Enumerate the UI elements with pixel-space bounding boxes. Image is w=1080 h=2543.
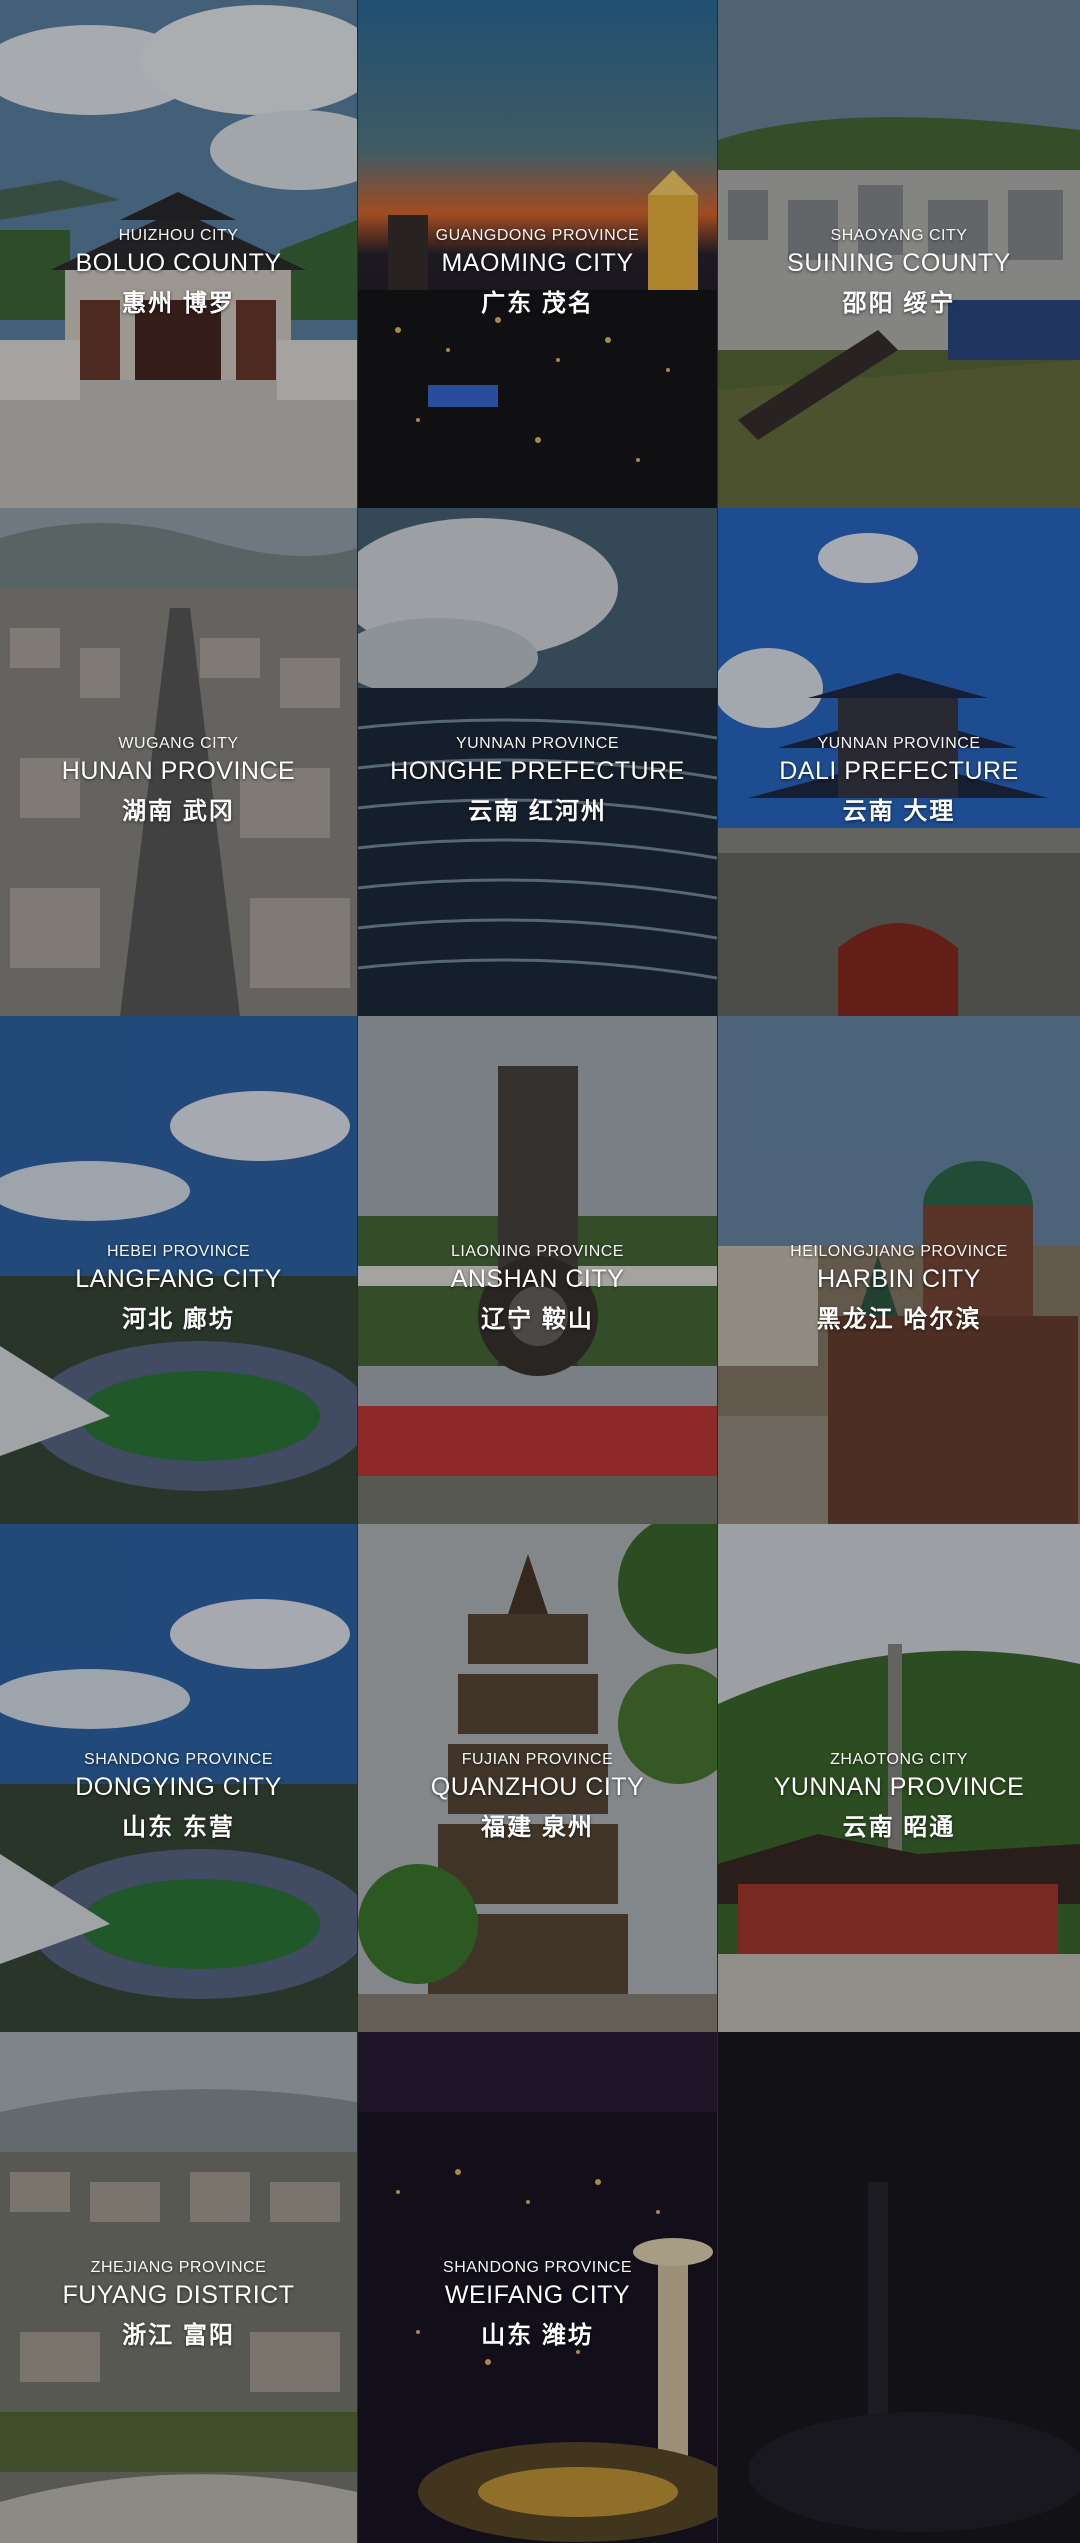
- city-name: QUANZHOU CITY: [430, 1773, 645, 1801]
- city-name-chinese: 黑龙江 哈尔滨: [816, 1306, 982, 1333]
- city-caption: ZHEJIANG PROVINCE FUYANG DISTRICT 浙江 富阳: [0, 2258, 357, 2351]
- city-tile-langfang[interactable]: HEBEI PROVINCE LANGFANG CITY 河北 廊坊: [0, 1016, 357, 1524]
- city-caption: HUIZHOU CITY BOLUO COUNTY 惠州 博罗: [0, 226, 357, 319]
- city-name-chinese: 河北 廊坊: [122, 1306, 235, 1333]
- region-label: FUJIAN PROVINCE: [461, 1751, 614, 1768]
- city-name-chinese: 福建 泉州: [481, 1814, 594, 1841]
- city-tile-dongying[interactable]: SHANDONG PROVINCE DONGYING CITY 山东 东营: [0, 1524, 357, 2032]
- city-name: HUNAN PROVINCE: [61, 757, 296, 785]
- city-name: YUNNAN PROVINCE: [773, 1773, 1025, 1801]
- city-name: LANGFANG CITY: [75, 1265, 282, 1293]
- city-caption: ZHAOTONG CITY YUNNAN PROVINCE 云南 昭通: [718, 1750, 1080, 1843]
- city-tile-suining[interactable]: SHAOYANG CITY SUINING COUNTY 邵阳 绥宁: [718, 0, 1080, 508]
- city-name-chinese: 云南 红河州: [468, 798, 607, 825]
- city-tile-wugang[interactable]: WUGANG CITY HUNAN PROVINCE 湖南 武冈: [0, 508, 357, 1016]
- city-name: DALI PREFECTURE: [779, 757, 1019, 785]
- city-name: HONGHE PREFECTURE: [390, 757, 685, 785]
- city-name: HARBIN CITY: [817, 1265, 981, 1293]
- city-name-chinese: 湖南 武冈: [122, 798, 235, 825]
- region-label: HEILONGJIANG PROVINCE: [790, 1243, 1008, 1260]
- city-caption: SHAOYANG CITY SUINING COUNTY 邵阳 绥宁: [718, 226, 1080, 319]
- city-caption: WUGANG CITY HUNAN PROVINCE 湖南 武冈: [0, 734, 357, 827]
- region-label: YUNNAN PROVINCE: [817, 735, 981, 752]
- city-name: BOLUO COUNTY: [75, 249, 282, 277]
- city-caption: SHANDONG PROVINCE DONGYING CITY 山东 东营: [0, 1750, 357, 1843]
- city-name: MAOMING CITY: [441, 249, 634, 277]
- city-name-chinese: 云南 昭通: [842, 1814, 956, 1841]
- city-name: ANSHAN CITY: [450, 1265, 625, 1293]
- region-label: SHANDONG PROVINCE: [443, 2259, 632, 2276]
- city-name-chinese: 惠州 博罗: [122, 290, 235, 317]
- city-name-chinese: 邵阳 绥宁: [842, 290, 956, 317]
- city-name: SUINING COUNTY: [787, 249, 1011, 277]
- city-caption: YUNNAN PROVINCE HONGHE PREFECTURE 云南 红河州: [358, 734, 717, 827]
- city-photo-grid: HUIZHOU CITY BOLUO COUNTY 惠州 博罗 GUANGDON…: [0, 0, 1080, 2543]
- city-tile-weifang[interactable]: SHANDONG PROVINCE WEIFANG CITY 山东 潍坊: [358, 2032, 717, 2543]
- city-tile-maoming[interactable]: GUANGDONG PROVINCE MAOMING CITY 广东 茂名: [358, 0, 717, 508]
- city-name: DONGYING CITY: [75, 1773, 282, 1801]
- city-tile-quanzhou[interactable]: FUJIAN PROVINCE QUANZHOU CITY 福建 泉州: [358, 1524, 717, 2032]
- city-caption: LIAONING PROVINCE ANSHAN CITY 辽宁 鞍山: [358, 1242, 717, 1335]
- city-caption: HEILONGJIANG PROVINCE HARBIN CITY 黑龙江 哈尔…: [718, 1242, 1080, 1335]
- city-caption: FUJIAN PROVINCE QUANZHOU CITY 福建 泉州: [358, 1750, 717, 1843]
- city-name-chinese: 浙江 富阳: [122, 2322, 235, 2349]
- city-caption: YUNNAN PROVINCE DALI PREFECTURE 云南 大理: [718, 734, 1080, 827]
- region-label: HEBEI PROVINCE: [106, 1243, 251, 1260]
- city-tile-honghe[interactable]: YUNNAN PROVINCE HONGHE PREFECTURE 云南 红河州: [358, 508, 717, 1016]
- city-name-chinese: 广东 茂名: [481, 290, 594, 317]
- region-label: WUGANG CITY: [118, 735, 239, 752]
- city-tile-boluo[interactable]: HUIZHOU CITY BOLUO COUNTY 惠州 博罗: [0, 0, 357, 508]
- city-name-chinese: 山东 潍坊: [481, 2322, 594, 2349]
- city-name: WEIFANG CITY: [444, 2281, 631, 2309]
- region-label: YUNNAN PROVINCE: [455, 735, 620, 752]
- city-name: FUYANG DISTRICT: [62, 2281, 295, 2309]
- city-name-chinese: 辽宁 鞍山: [481, 1306, 594, 1333]
- city-caption: SHANDONG PROVINCE WEIFANG CITY 山东 潍坊: [358, 2258, 717, 2351]
- region-label: LIAONING PROVINCE: [451, 1243, 624, 1260]
- city-name-chinese: 山东 东营: [122, 1814, 235, 1841]
- city-caption: HEBEI PROVINCE LANGFANG CITY 河北 廊坊: [0, 1242, 357, 1335]
- region-label: SHAOYANG CITY: [830, 227, 968, 244]
- city-name-chinese: 云南 大理: [842, 798, 956, 825]
- region-label: HUIZHOU CITY: [118, 227, 239, 244]
- region-label: GUANGDONG PROVINCE: [435, 227, 640, 244]
- region-label: SHANDONG PROVINCE: [84, 1751, 273, 1768]
- city-caption: GUANGDONG PROVINCE MAOMING CITY 广东 茂名: [358, 226, 717, 319]
- city-tile-zhaotong[interactable]: ZHAOTONG CITY YUNNAN PROVINCE 云南 昭通: [718, 1524, 1080, 2032]
- city-tile-placeholder: [718, 2032, 1080, 2543]
- city-photo: [718, 2032, 1080, 2543]
- region-label: ZHAOTONG CITY: [830, 1751, 968, 1768]
- city-tile-harbin[interactable]: HEILONGJIANG PROVINCE HARBIN CITY 黑龙江 哈尔…: [718, 1016, 1080, 1524]
- city-tile-anshan[interactable]: LIAONING PROVINCE ANSHAN CITY 辽宁 鞍山: [358, 1016, 717, 1524]
- city-tile-fuyang[interactable]: ZHEJIANG PROVINCE FUYANG DISTRICT 浙江 富阳: [0, 2032, 357, 2543]
- region-label: ZHEJIANG PROVINCE: [90, 2259, 267, 2276]
- city-tile-dali[interactable]: YUNNAN PROVINCE DALI PREFECTURE 云南 大理: [718, 508, 1080, 1016]
